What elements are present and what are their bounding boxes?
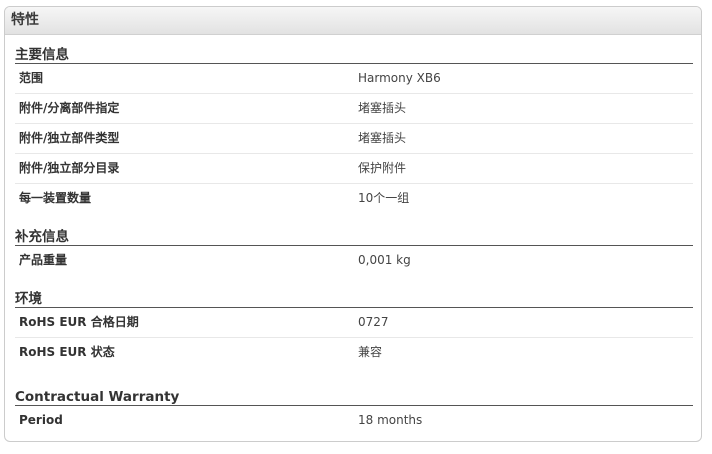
section-main-info: 主要信息 范围 Harmony XB6 附件/分离部件指定 堵塞插头 附件/独立… [15, 44, 693, 213]
sections-container: 主要信息 范围 Harmony XB6 附件/分离部件指定 堵塞插头 附件/独立… [5, 44, 701, 435]
table-row: 附件/独立部分目录 保护附件 [15, 154, 693, 184]
row-label: 每一装置数量 [19, 191, 92, 205]
row-value: 18 months [358, 413, 423, 427]
row-value: 10个一组 [358, 191, 410, 205]
row-label: 附件/独立部分目录 [19, 161, 120, 175]
row-label: 附件/分离部件指定 [19, 101, 120, 115]
row-value: 0,001 kg [358, 253, 411, 267]
row-value: 保护附件 [358, 161, 407, 175]
section-contractual-warranty: Contractual Warranty Period 18 months [15, 386, 693, 435]
row-label: Period [19, 413, 63, 427]
section-supplementary-info: 补充信息 产品重量 0,001 kg [15, 226, 693, 275]
row-label: 产品重量 [19, 253, 68, 267]
section-title: Contractual Warranty [15, 386, 693, 406]
table-row: RoHS EUR 合格日期 0727 [15, 308, 693, 338]
section-environment: 环境 RoHS EUR 合格日期 0727 RoHS EUR 状态 兼容 [15, 288, 693, 367]
row-label: RoHS EUR 状态 [19, 345, 115, 359]
row-value: 堵塞插头 [358, 101, 407, 115]
section-title: 主要信息 [15, 44, 693, 64]
table-row: 产品重量 0,001 kg [15, 246, 693, 275]
table-row: 每一装置数量 10个一组 [15, 184, 693, 213]
panel-title: 特性 [5, 7, 701, 35]
row-label: 附件/独立部件类型 [19, 131, 120, 145]
characteristics-panel: 特性 主要信息 范围 Harmony XB6 附件/分离部件指定 堵塞插头 附件… [4, 6, 702, 442]
section-title: 环境 [15, 288, 693, 308]
row-value: Harmony XB6 [358, 71, 441, 85]
row-label: 范围 [19, 71, 44, 85]
table-row: 附件/独立部件类型 堵塞插头 [15, 124, 693, 154]
row-label: RoHS EUR 合格日期 [19, 315, 139, 329]
row-value: 0727 [358, 315, 389, 329]
table-row: RoHS EUR 状态 兼容 [15, 338, 693, 367]
row-value: 堵塞插头 [358, 131, 407, 145]
table-row: 附件/分离部件指定 堵塞插头 [15, 94, 693, 124]
section-title: 补充信息 [15, 226, 693, 246]
table-row: Period 18 months [15, 406, 693, 435]
table-row: 范围 Harmony XB6 [15, 64, 693, 94]
row-value: 兼容 [358, 345, 383, 359]
